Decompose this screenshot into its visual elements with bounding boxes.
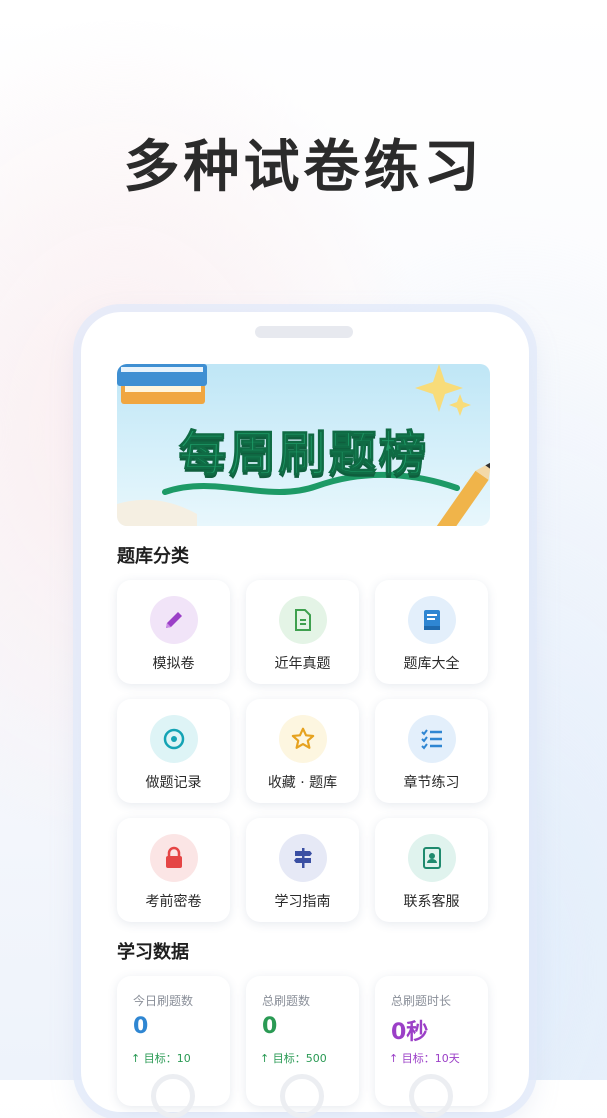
book-icon bbox=[408, 596, 456, 644]
headline: 多种试卷练习 bbox=[123, 135, 484, 200]
category-label: 联系客服 bbox=[403, 894, 460, 910]
category-label: 题库大全 bbox=[403, 656, 460, 672]
stat-target: ↑ 目标：500 bbox=[260, 1052, 327, 1065]
progress-ring bbox=[409, 1074, 453, 1118]
stat-label: 今日刷题数 bbox=[133, 994, 194, 1008]
category-section-title: 题库分类 bbox=[117, 546, 189, 567]
star-icon bbox=[279, 715, 327, 763]
category-question-bank[interactable]: 题库大全 bbox=[375, 580, 488, 684]
category-mock-exam[interactable]: 模拟卷 bbox=[117, 580, 230, 684]
pencil-icon bbox=[150, 596, 198, 644]
document-icon bbox=[279, 596, 327, 644]
stat-label: 总刷题数 bbox=[262, 994, 311, 1008]
stat-value: 0 bbox=[133, 1014, 149, 1039]
stat-card-total[interactable]: 总刷题数 0 ↑ 目标：500 bbox=[246, 976, 359, 1118]
checklist-icon bbox=[408, 715, 456, 763]
stat-value: 0秒 bbox=[391, 1020, 429, 1045]
disc-icon bbox=[150, 715, 198, 763]
category-label: 做题记录 bbox=[145, 775, 202, 791]
category-label: 学习指南 bbox=[274, 894, 331, 910]
phone-notch bbox=[255, 326, 353, 338]
phone-frame: 每周刷题榜 题库分类 模拟卷 近年真题 题库大全 做题记录 收藏 · 题库 章节… bbox=[81, 312, 529, 1118]
stat-card-today[interactable]: 今日刷题数 0 ↑ 目标：10 bbox=[117, 976, 230, 1118]
stats-section-title: 学习数据 bbox=[117, 942, 189, 963]
category-past-exams[interactable]: 近年真题 bbox=[246, 580, 359, 684]
category-label: 章节练习 bbox=[403, 775, 460, 791]
lock-icon bbox=[150, 834, 198, 882]
progress-ring bbox=[280, 1074, 324, 1118]
contact-icon bbox=[408, 834, 456, 882]
category-secret-papers[interactable]: 考前密卷 bbox=[117, 818, 230, 922]
category-favorites[interactable]: 收藏 · 题库 bbox=[246, 699, 359, 803]
category-label: 收藏 · 题库 bbox=[267, 775, 338, 791]
stat-value: 0 bbox=[262, 1014, 278, 1039]
signpost-icon bbox=[279, 834, 327, 882]
category-chapter-practice[interactable]: 章节练习 bbox=[375, 699, 488, 803]
stat-label: 总刷题时长 bbox=[391, 994, 452, 1008]
category-label: 模拟卷 bbox=[152, 656, 195, 672]
category-label: 近年真题 bbox=[274, 656, 331, 672]
category-study-guide[interactable]: 学习指南 bbox=[246, 818, 359, 922]
stat-target: ↑ 目标：10天 bbox=[389, 1052, 460, 1065]
banner-title: 每周刷题榜 bbox=[178, 426, 429, 483]
progress-ring bbox=[151, 1074, 195, 1118]
category-practice-record[interactable]: 做题记录 bbox=[117, 699, 230, 803]
stat-target: ↑ 目标：10 bbox=[131, 1052, 191, 1065]
category-label: 考前密卷 bbox=[145, 894, 202, 910]
stat-card-duration[interactable]: 总刷题时长 0秒 ↑ 目标：10天 bbox=[375, 976, 488, 1118]
weekly-ranking-banner[interactable]: 每周刷题榜 bbox=[117, 364, 490, 526]
category-customer-service[interactable]: 联系客服 bbox=[375, 818, 488, 922]
